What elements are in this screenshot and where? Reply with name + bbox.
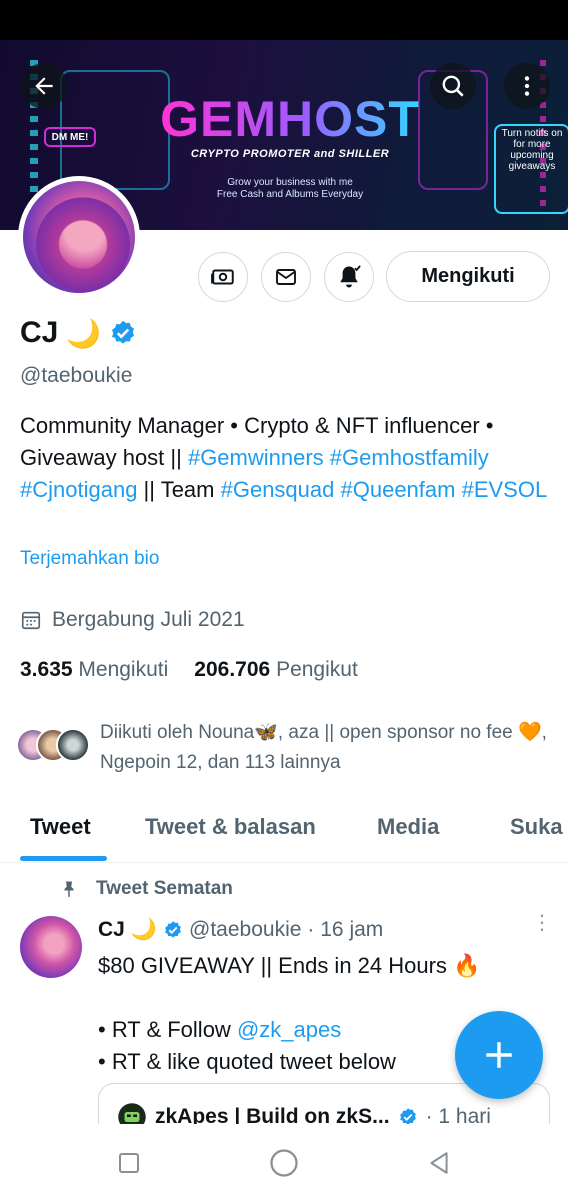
hashtag-link[interactable]: #Gemwinners (188, 445, 324, 470)
banner-subtitle: CRYPTO PROMOTER and SHILLER (190, 148, 390, 160)
joined-text: Bergabung Juli 2021 (52, 608, 245, 631)
tab-tweet-replies[interactable]: Tweet & balasan (145, 814, 316, 840)
profile-name: CJ (20, 316, 59, 349)
banner-title: GEMHOST (160, 91, 420, 147)
tab-media[interactable]: Media (377, 814, 439, 840)
profile-name-row: CJ 🌙 (20, 316, 137, 350)
notifications-button[interactable] (324, 252, 374, 302)
following-label: Mengikuti (78, 658, 169, 681)
tweet-more-icon[interactable]: ⋮ (532, 913, 552, 933)
tweet-author-name[interactable]: CJ (98, 918, 125, 942)
tweet-time: · 16 jam (307, 918, 384, 941)
translate-bio-link[interactable]: Terjemahkan bio (20, 548, 159, 570)
profile-bio: Community Manager • Crypto & NFT influen… (20, 410, 560, 506)
profile-tabs: Tweet Tweet & balasan Media Suka (0, 800, 568, 863)
search-icon (442, 75, 464, 97)
followers-count: 206.706 (194, 658, 271, 681)
recents-button[interactable] (112, 1146, 146, 1180)
tweet-author-handle: @taeboukie (189, 918, 302, 941)
verified-badge-icon (112, 320, 135, 344)
profile-avatar[interactable] (18, 176, 140, 298)
following-stat[interactable]: 3.635 Mengikuti (20, 658, 168, 682)
arrow-left-icon (35, 77, 53, 95)
money-icon (211, 269, 234, 285)
tab-likes[interactable]: Suka (510, 814, 563, 840)
active-tab-indicator (20, 856, 107, 861)
followers-label: Pengikut (276, 658, 358, 681)
banner-tagline-line: Grow your business with me (227, 177, 353, 188)
back-nav-button[interactable] (422, 1146, 456, 1180)
pin-icon (64, 881, 74, 898)
triangle-back-icon (430, 1152, 448, 1174)
home-button[interactable] (267, 1146, 301, 1180)
moon-emoji: 🌙 (66, 317, 102, 349)
tweet-line: • RT & like quoted tweet below (98, 1049, 396, 1074)
hashtag-link[interactable]: #EVSOL (462, 477, 548, 502)
tweet-line: $80 GIVEAWAY || Ends in 24 Hours 🔥 (98, 953, 481, 978)
square-icon (119, 1153, 139, 1173)
joined-date: Bergabung Juli 2021 (20, 608, 245, 632)
follow-stats: 3.635 Mengikuti 206.706 Pengikut (20, 658, 358, 682)
verified-badge-icon (165, 921, 181, 938)
bio-text: || Team (137, 477, 221, 502)
plus-icon (486, 1042, 512, 1068)
banner-notif-note: Turn notifs on for more upcoming giveawa… (494, 124, 568, 214)
profile-handle: @taeboukie (20, 364, 133, 387)
followed-by-text: Diikuti oleh Nouna🦋, aza || open sponsor… (100, 722, 547, 773)
avatar-image (33, 185, 133, 293)
tweet-author-avatar[interactable] (20, 916, 82, 978)
more-vertical-icon (524, 76, 530, 96)
tip-button[interactable] (198, 252, 248, 302)
following-count: 3.635 (20, 658, 73, 681)
banner-tagline: Grow your business with me Free Cash and… (195, 177, 385, 201)
message-button[interactable] (261, 252, 311, 302)
mention-link[interactable]: @zk_apes (237, 1017, 341, 1042)
tweet-line: • RT & Follow (98, 1017, 237, 1042)
following-button[interactable]: Mengikuti (386, 251, 550, 302)
search-button[interactable] (430, 63, 476, 109)
envelope-icon (276, 269, 296, 285)
banner-dm-badge: DM ME! (44, 127, 96, 147)
hashtag-link[interactable]: #Gensquad (221, 477, 335, 502)
calendar-icon (21, 611, 41, 630)
tweet-header: CJ 🌙 @taeboukie · 16 jam (98, 918, 383, 942)
hashtag-link[interactable]: #Cjnotigang (20, 477, 137, 502)
tab-tweet[interactable]: Tweet (30, 814, 91, 840)
system-nav-bar (0, 1124, 568, 1200)
compose-button[interactable] (455, 1011, 543, 1099)
moon-emoji: 🌙 (130, 918, 158, 941)
hashtag-link[interactable]: #Queenfam (341, 477, 456, 502)
avatar (56, 728, 90, 762)
bell-check-icon (340, 265, 361, 288)
back-button[interactable] (21, 63, 67, 109)
more-button[interactable] (504, 63, 550, 109)
follower-avatars (16, 718, 92, 762)
pinned-label: Tweet Sematan (60, 878, 233, 900)
followers-stat[interactable]: 206.706 Pengikut (194, 658, 358, 682)
pinned-text: Tweet Sematan (96, 878, 233, 899)
followed-by[interactable]: Diikuti oleh Nouna🦋, aza || open sponsor… (16, 718, 556, 778)
status-bar (0, 0, 568, 40)
circle-icon (270, 1149, 298, 1177)
hashtag-link[interactable]: #Gemhostfamily (330, 445, 489, 470)
banner-tagline-line: Free Cash and Albums Everyday (216, 189, 364, 200)
